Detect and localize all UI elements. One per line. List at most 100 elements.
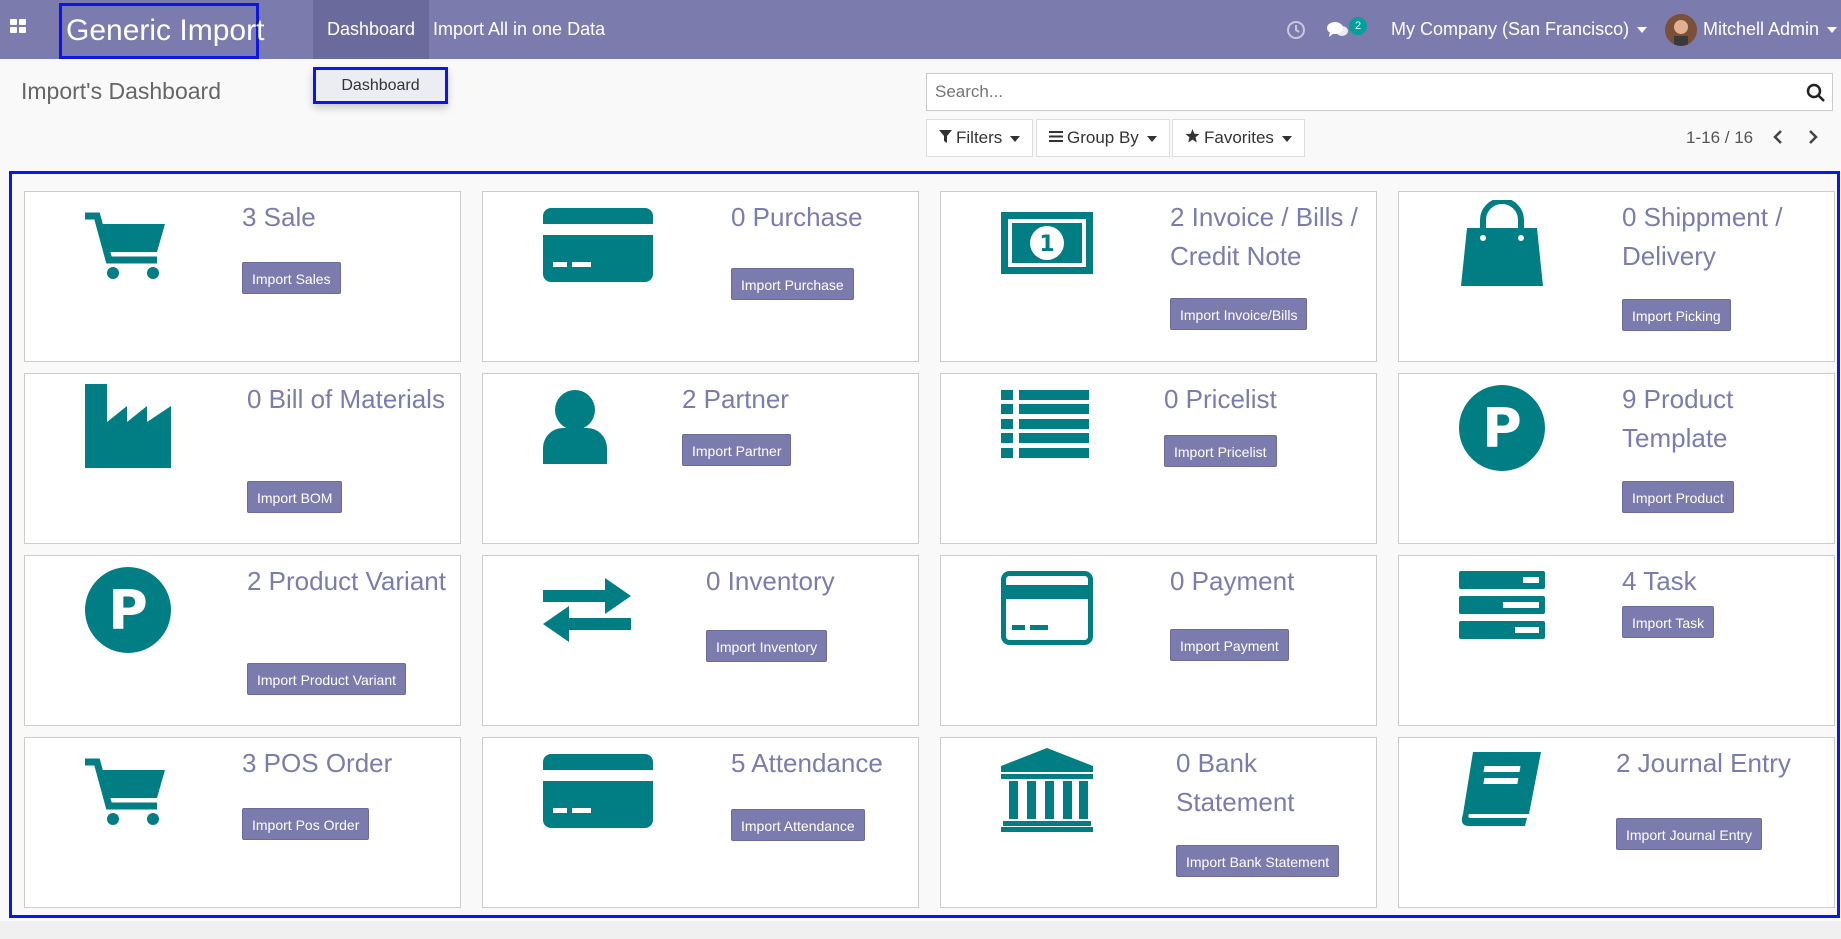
import-pricelist-button[interactable]: Import Pricelist [1164, 435, 1277, 467]
card-title: 5 Attendance [731, 748, 883, 778]
import-attendance-button[interactable]: Import Attendance [731, 809, 865, 841]
card-inventory[interactable]: 0 Inventory Import Inventory [482, 555, 919, 726]
card-bank-statement[interactable]: 0 Bank Statement Import Bank Statement [940, 737, 1377, 908]
favorites-label: Favorites [1204, 128, 1274, 147]
exchange-arrows-icon [543, 578, 631, 647]
page-footer-space [0, 921, 1841, 939]
card-attendance[interactable]: 5 Attendance Import Attendance [482, 737, 919, 908]
product-p-icon: P [1459, 385, 1545, 476]
user-name: Mitchell Admin [1703, 19, 1820, 39]
card-title: 0 Inventory [706, 566, 835, 596]
apps-menu-icon[interactable] [10, 17, 32, 39]
bank-icon [1001, 748, 1093, 837]
import-partner-button[interactable]: Import Partner [682, 434, 792, 466]
svg-text:P: P [108, 579, 148, 642]
card-title: 0 Shippment / Delivery [1622, 202, 1783, 271]
shopping-bag-icon [1459, 198, 1545, 291]
favorites-button[interactable]: Favorites [1172, 119, 1305, 157]
dropdown-item-dashboard[interactable]: Dashboard [313, 67, 448, 104]
user-icon [543, 390, 607, 469]
import-pos-order-button[interactable]: Import Pos Order [242, 808, 370, 840]
card-shippment[interactable]: 0 Shippment / Delivery Import Picking [1398, 191, 1835, 362]
import-purchase-button[interactable]: Import Purchase [731, 268, 854, 300]
tasks-icon [1459, 571, 1545, 644]
import-sales-button[interactable]: Import Sales [242, 262, 341, 294]
card-sale[interactable]: 3 Sale Import Sales [24, 191, 461, 362]
filter-icon [939, 120, 952, 156]
card-task[interactable]: 4 Task Import Task [1398, 555, 1835, 726]
group-by-label: Group By [1067, 128, 1139, 147]
credit-card-icon [543, 208, 653, 287]
search-bar[interactable] [926, 73, 1833, 111]
import-journal-entry-button[interactable]: Import Journal Entry [1616, 818, 1763, 850]
card-partner[interactable]: 2 Partner Import Partner [482, 373, 919, 544]
card-purchase[interactable]: 0 Purchase Import Purchase [482, 191, 919, 362]
messages-chat-icon[interactable] [1327, 0, 1349, 59]
app-brand-title[interactable]: Generic Import [59, 3, 264, 59]
card-title: 2 Journal Entry [1616, 748, 1791, 778]
company-switcher[interactable]: My Company (San Francisco) [1391, 0, 1648, 59]
import-bank-statement-button[interactable]: Import Bank Statement [1176, 845, 1340, 877]
filters-label: Filters [956, 128, 1003, 147]
messages-count-badge: 2 [1349, 17, 1367, 35]
import-bom-button[interactable]: Import BOM [247, 481, 343, 513]
import-invoice-bills-button[interactable]: Import Invoice/Bills [1170, 298, 1308, 330]
card-title: 0 Pricelist [1164, 384, 1277, 414]
card-title: 0 Payment [1170, 566, 1295, 596]
menu-import-all-in-one[interactable]: Import All in one Data [419, 0, 619, 59]
chevron-down-icon [1281, 135, 1292, 142]
dashboard-container: 3 Sale Import Sales 0 Purchase Import Pu… [9, 171, 1840, 918]
card-product-variant[interactable]: P 2 Product Variant Import Product Varia… [24, 555, 461, 726]
card-title: 0 Purchase [731, 202, 863, 232]
chevron-right-icon[interactable] [1804, 128, 1822, 146]
list-icon [1001, 390, 1089, 463]
card-title: 4 Task [1622, 566, 1697, 596]
import-inventory-button[interactable]: Import Inventory [706, 630, 828, 662]
top-navbar: Generic Import Dashboard Import All in o… [0, 0, 1841, 59]
search-input[interactable] [927, 74, 1777, 110]
card-title: 2 Partner [682, 384, 789, 414]
page-title: Import's Dashboard [21, 78, 221, 104]
card-journal-entry[interactable]: 2 Journal Entry Import Journal Entry [1398, 737, 1835, 908]
star-icon [1185, 120, 1200, 156]
card-title: 3 Sale [242, 202, 316, 232]
card-invoice[interactable]: 1 2 Invoice / Bills / Credit Note Import… [940, 191, 1377, 362]
money-bill-icon: 1 [1001, 212, 1093, 279]
import-task-button[interactable]: Import Task [1622, 606, 1715, 638]
menu-dashboard[interactable]: Dashboard [313, 0, 430, 59]
search-icon[interactable] [1806, 83, 1826, 108]
bars-icon [1049, 120, 1063, 156]
card-bom[interactable]: 0 Bill of Materials Import BOM [24, 373, 461, 544]
filters-button[interactable]: Filters [926, 119, 1034, 157]
card-pos-order[interactable]: 3 POS Order Import Pos Order [24, 737, 461, 908]
user-menu[interactable]: Mitchell Admin [1703, 0, 1838, 59]
card-payment[interactable]: 0 Payment Import Payment [940, 555, 1377, 726]
industry-icon [85, 384, 171, 473]
chevron-down-icon [1827, 27, 1838, 34]
card-pricelist[interactable]: 0 Pricelist Import Pricelist [940, 373, 1377, 544]
group-by-button[interactable]: Group By [1036, 119, 1170, 157]
import-product-button[interactable]: Import Product [1622, 481, 1734, 513]
activity-clock-icon[interactable] [1286, 0, 1306, 59]
import-payment-button[interactable]: Import Payment [1170, 629, 1289, 661]
product-p-icon: P [85, 567, 171, 658]
company-name: My Company (San Francisco) [1391, 19, 1630, 39]
payment-card-icon [1001, 571, 1093, 650]
shopping-cart-icon [85, 212, 165, 287]
card-title: 2 Invoice / Bills / Credit Note [1170, 202, 1358, 271]
chevron-down-icon [1637, 27, 1648, 34]
shopping-cart-icon [85, 758, 165, 833]
card-title: 9 Product Template [1622, 384, 1734, 453]
card-title: 3 POS Order [242, 748, 393, 778]
svg-text:1: 1 [1039, 232, 1054, 257]
import-picking-button[interactable]: Import Picking [1622, 299, 1731, 331]
card-product-template[interactable]: P 9 Product Template Import Product [1398, 373, 1835, 544]
svg-text:P: P [1482, 397, 1522, 460]
card-title: 2 Product Variant [247, 566, 446, 596]
pager-value[interactable]: 1-16 / 16 [1686, 128, 1753, 148]
avatar[interactable] [1665, 14, 1697, 46]
chevron-down-icon [1010, 135, 1021, 142]
import-product-variant-button[interactable]: Import Product Variant [247, 663, 407, 695]
card-title: 0 Bank Statement [1176, 748, 1295, 817]
chevron-left-icon[interactable] [1770, 128, 1788, 146]
